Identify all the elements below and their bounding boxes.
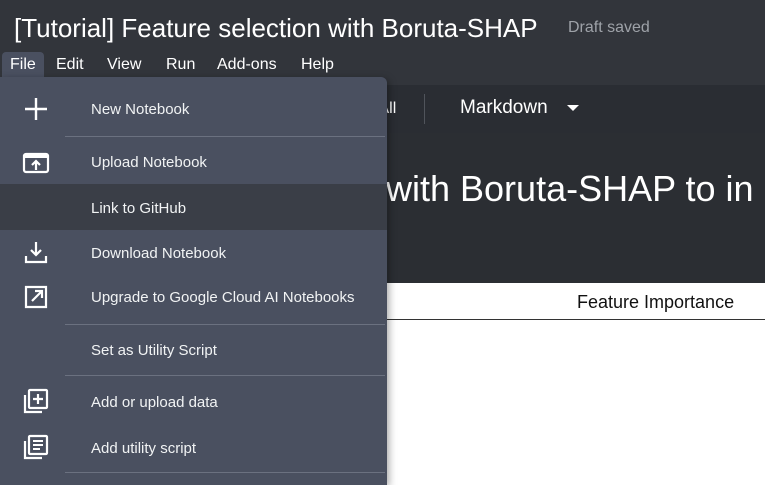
- file-menu-add-data[interactable]: Add or upload data: [0, 378, 387, 424]
- menu-add-ons[interactable]: Add-ons: [217, 52, 277, 80]
- file-menu-new-notebook[interactable]: New Notebook: [0, 77, 387, 135]
- menu-item-label: Upgrade to Google Cloud AI Notebooks: [91, 289, 355, 306]
- file-menu-download-notebook[interactable]: Download Notebook: [0, 230, 387, 276]
- file-menu-upgrade-gcp[interactable]: Upgrade to Google Cloud AI Notebooks: [0, 276, 387, 322]
- table-column-header: Feature Importance: [577, 292, 735, 312]
- menu-item-label: Download Notebook: [91, 245, 227, 262]
- menu-item-label: Upload Notebook: [91, 154, 207, 171]
- menu-run[interactable]: Run: [166, 52, 195, 80]
- add-data-icon: [23, 388, 49, 414]
- utility-script-icon: [23, 434, 49, 460]
- file-menu-dropdown: New Notebook Upload Notebook Link to Git…: [0, 77, 387, 485]
- file-menu-upload-notebook[interactable]: Upload Notebook: [0, 139, 387, 183]
- menu-divider: [65, 136, 385, 137]
- menu-file[interactable]: File: [2, 52, 44, 80]
- open-external-icon: [24, 285, 48, 309]
- file-menu-set-utility-script[interactable]: Set as Utility Script: [0, 327, 387, 373]
- download-icon: [24, 242, 48, 264]
- menu-edit[interactable]: Edit: [56, 52, 84, 80]
- app-header: [Tutorial] Feature selection with Boruta…: [0, 0, 765, 85]
- menu-item-label: New Notebook: [91, 101, 190, 118]
- menu-item-label: Link to GitHub: [91, 200, 187, 217]
- menu-divider: [65, 472, 385, 473]
- notebook-title[interactable]: [Tutorial] Feature selection with Boruta…: [14, 13, 538, 44]
- menu-item-label: Set as Utility Script: [91, 342, 217, 359]
- menu-item-label: Add utility script: [91, 440, 197, 457]
- chevron-down-icon[interactable]: [567, 105, 579, 111]
- menu-help[interactable]: Help: [301, 52, 334, 80]
- menu-view[interactable]: View: [107, 52, 141, 80]
- menu-item-label: Add or upload data: [91, 394, 218, 411]
- toolbar-divider: [424, 94, 425, 124]
- file-menu-link-github[interactable]: Link to GitHub: [0, 184, 387, 230]
- upload-icon: [22, 152, 50, 174]
- plus-icon: [25, 98, 47, 120]
- save-status: Draft saved: [568, 19, 650, 36]
- file-menu-add-utility-script[interactable]: Add utility script: [0, 425, 387, 471]
- menu-divider: [65, 375, 385, 376]
- menu-divider: [65, 324, 385, 325]
- markdown-heading: with Boruta-SHAP to in: [386, 168, 754, 209]
- cell-type-select[interactable]: Markdown: [460, 97, 548, 119]
